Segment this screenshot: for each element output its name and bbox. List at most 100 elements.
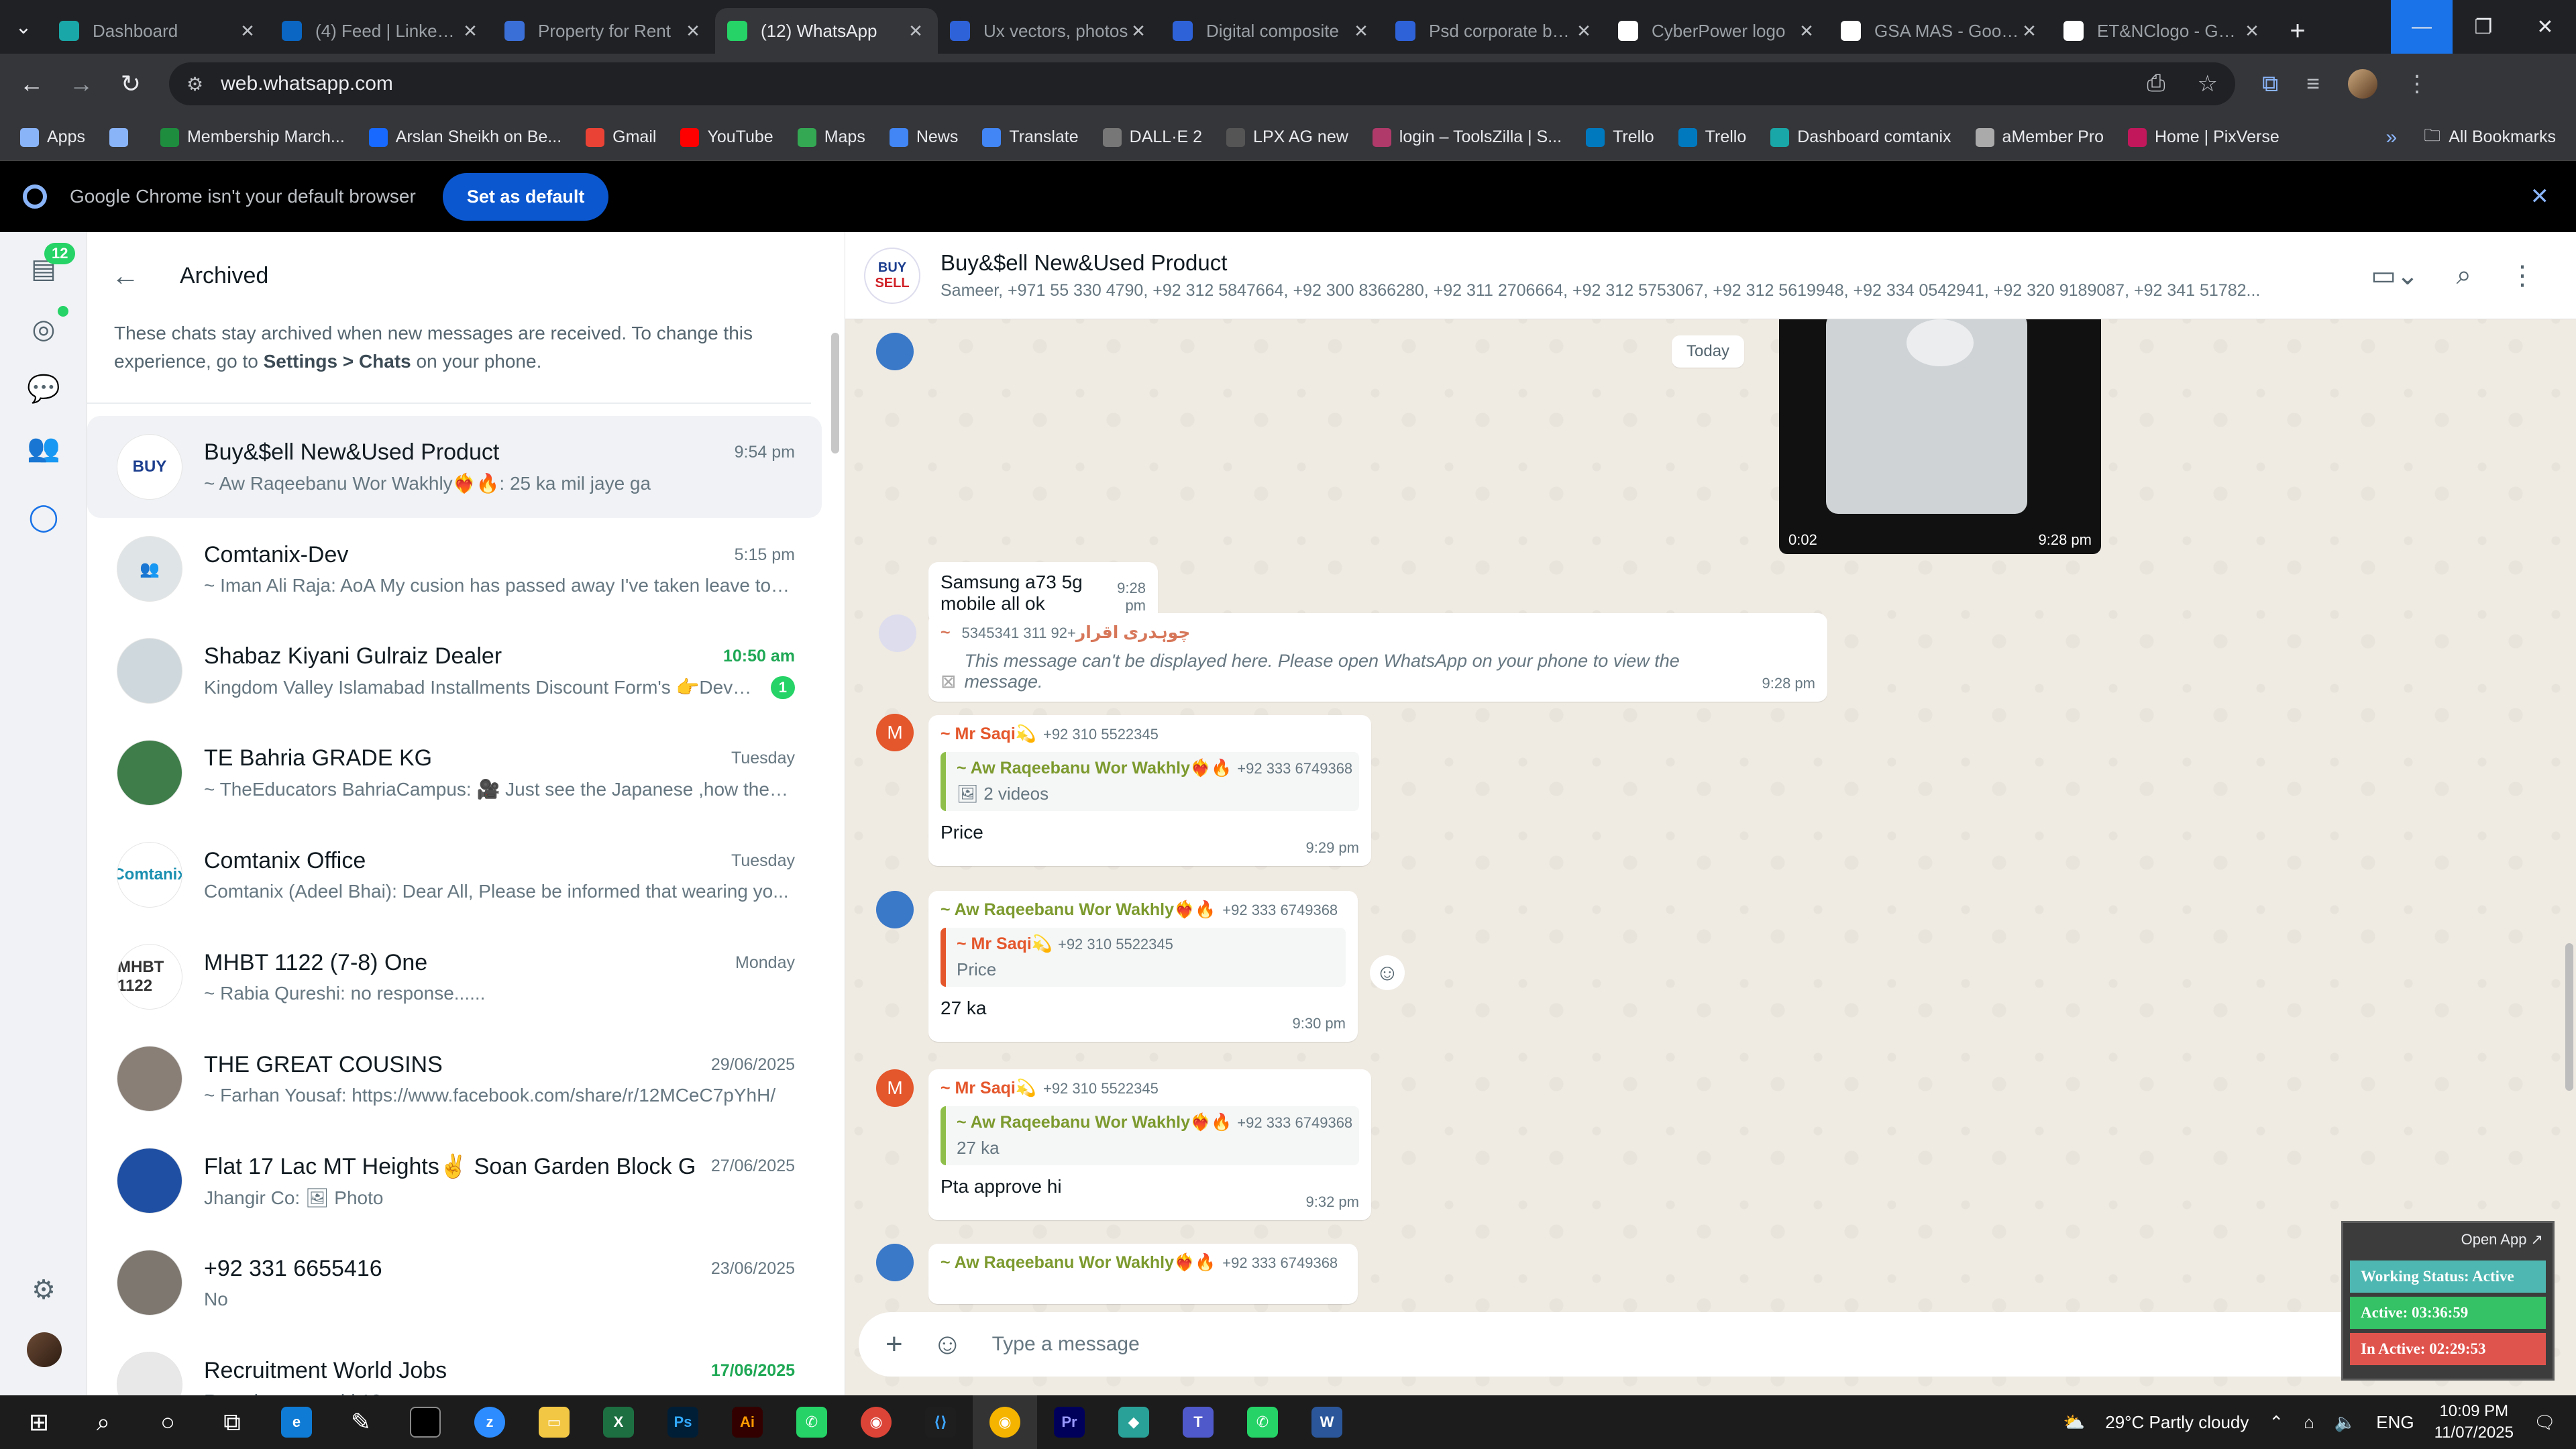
bookmark-14[interactable]: Trello — [1678, 127, 1746, 147]
set-as-default-button[interactable]: Set as default — [442, 172, 609, 221]
forward-icon[interactable]: → — [56, 59, 106, 109]
close-banner-icon[interactable]: ✕ — [2530, 183, 2550, 210]
edge-icon[interactable]: e — [264, 1395, 329, 1449]
back-icon[interactable]: ← — [7, 59, 56, 109]
sender-avatar[interactable] — [876, 891, 914, 928]
communities-icon[interactable]: 👥 — [27, 431, 60, 464]
pen-icon[interactable]: ✎ — [329, 1395, 393, 1449]
file-explorer-icon[interactable]: ▭ — [522, 1395, 586, 1449]
react-emoji-icon[interactable]: ☺ — [1370, 955, 1405, 990]
bookmark-7[interactable]: Maps — [797, 127, 865, 147]
tab-close-icon[interactable]: ✕ — [1351, 21, 1371, 42]
tab-search-icon[interactable]: ⌄ — [0, 0, 47, 54]
quoted-message[interactable]: ~ Mr Saqi💫 +92 310 5522345 Price — [941, 928, 1346, 987]
tab-5[interactable]: Ux vectors, photos ✕ — [938, 8, 1161, 54]
chat-item[interactable]: THE GREAT COUSINS 29/06/2025 ~ Farhan Yous… — [87, 1028, 822, 1130]
chat-item[interactable]: MHBT 1122 MHBT 1122 (7-8) One Monday ~ Rabi… — [87, 926, 822, 1028]
chat-item[interactable]: +92 331 6655416 23/06/2025 No — [87, 1232, 822, 1334]
tab-10[interactable]: ET&NClogo - Google✕ — [2051, 8, 2274, 54]
back-arrow-icon[interactable]: ← — [111, 260, 140, 292]
chat-item[interactable]: Shabaz Kiyani Gulraiz Dealer 10:50 am King… — [87, 620, 822, 722]
start-icon[interactable]: ⊞ — [7, 1395, 71, 1449]
bookmark-3[interactable]: Membership March... — [160, 127, 345, 147]
chrome-active-icon[interactable]: ◉ — [973, 1395, 1037, 1449]
menu-icon[interactable]: ⋮ — [2509, 260, 2536, 291]
tab-4[interactable]: (12) WhatsApp ✕ — [715, 8, 938, 54]
all-bookmarks-button[interactable]: 🗀 All Bookmarks — [2424, 123, 2556, 152]
tab-close-icon[interactable]: ✕ — [1574, 21, 1594, 42]
group-avatar[interactable]: BUY SELL — [864, 247, 920, 304]
tab-close-icon[interactable]: ✕ — [906, 21, 926, 42]
bookmark-6[interactable]: YouTube — [680, 127, 773, 147]
media-controls-icon[interactable]: ≡ — [2306, 71, 2320, 97]
whatsapp-taskbar-icon[interactable]: ✆ — [780, 1395, 844, 1449]
close-window-icon[interactable]: ✕ — [2514, 0, 2576, 54]
sender-avatar[interactable]: M — [876, 1069, 914, 1107]
tab-7[interactable]: Psd corporate business✕ — [1383, 8, 1606, 54]
reload-icon[interactable]: ↻ — [106, 59, 156, 109]
meta-ai-icon[interactable]: ◯ — [27, 500, 60, 534]
minimize-icon[interactable]: — — [2391, 0, 2453, 54]
sticker-icon[interactable]: ☺ — [932, 1328, 963, 1361]
tab-close-icon[interactable]: ✕ — [683, 21, 703, 42]
network-icon[interactable]: ⌂ — [2304, 1412, 2314, 1433]
bookmark-8[interactable]: News — [889, 127, 958, 147]
sender-avatar[interactable] — [876, 333, 914, 370]
clock[interactable]: 10:09 PM 11/07/2025 — [2434, 1401, 2514, 1444]
weather-text[interactable]: 29°C Partly cloudy — [2105, 1412, 2249, 1433]
bookmark-9[interactable]: Translate — [982, 127, 1079, 147]
bookmark-12[interactable]: login – ToolsZilla | S... — [1372, 127, 1562, 147]
quoted-message[interactable]: ~ Aw Raqeebanu Wor Wakhly❤️‍🔥🔥 +92 333 67… — [941, 1106, 1359, 1165]
tab-6[interactable]: Digital composite ✕ — [1161, 8, 1383, 54]
open-app-link[interactable]: Open App ↗ — [2343, 1223, 2553, 1256]
bookmark-1[interactable]: Apps — [20, 127, 85, 147]
video-message[interactable]: 0:02 9:28 pm — [1779, 319, 2101, 554]
bookmark-11[interactable]: LPX AG new — [1226, 127, 1348, 147]
tab-8[interactable]: CyberPower logo ✕ — [1606, 8, 1829, 54]
weather-icon[interactable]: ⛅ — [2063, 1412, 2085, 1433]
illustrator-icon[interactable]: Ai — [715, 1395, 780, 1449]
settings-icon[interactable]: ⚙ — [27, 1273, 60, 1307]
new-tab-button[interactable]: + — [2274, 8, 2321, 54]
tab-1[interactable]: Dashboard ✕ — [47, 8, 270, 54]
chat-item[interactable]: Comtanix Comtanix Office Tuesday Comtanix (… — [87, 824, 822, 926]
zoom-icon[interactable]: z — [458, 1395, 522, 1449]
bookmark-15[interactable]: Dashboard comtanix — [1770, 127, 1951, 147]
excel-icon[interactable]: X — [586, 1395, 651, 1449]
conversation-scrollbar[interactable] — [2565, 943, 2573, 1091]
terminal-icon[interactable] — [393, 1395, 458, 1449]
sender-avatar[interactable]: M — [876, 714, 914, 751]
volume-icon[interactable]: 🔈 — [2334, 1412, 2356, 1433]
cortana-icon[interactable]: ○ — [136, 1395, 200, 1449]
attach-plus-icon[interactable]: + — [885, 1328, 903, 1361]
bookmark-5[interactable]: Gmail — [586, 127, 656, 147]
task-view-icon[interactable]: ⧉ — [200, 1395, 264, 1449]
bookmark-4[interactable]: Arslan Sheikh on Be... — [368, 127, 561, 147]
play-icon[interactable] — [1907, 319, 1974, 366]
bookmark-16[interactable]: aMember Pro — [1975, 127, 2104, 147]
quoted-message[interactable]: ~ Aw Raqeebanu Wor Wakhly❤️‍🔥🔥 +92 333 67… — [941, 752, 1359, 811]
site-info-icon[interactable]: ⚙ — [186, 73, 203, 95]
photoshop-icon[interactable]: Ps — [651, 1395, 715, 1449]
tab-close-icon[interactable]: ✕ — [1796, 21, 1817, 42]
chat-item[interactable]: TE Bahria GRADE KG Tuesday ~ TheEducators … — [87, 722, 822, 824]
my-profile-avatar[interactable] — [27, 1332, 62, 1367]
notifications-icon[interactable]: 🗨 — [2534, 1412, 2556, 1433]
chrome-taskbar-icon[interactable]: ◉ — [844, 1395, 908, 1449]
tab-close-icon[interactable]: ✕ — [460, 21, 480, 42]
tab-3[interactable]: Property for Rent ✕ — [492, 8, 715, 54]
whatsapp-business-icon[interactable]: ✆ — [1230, 1395, 1295, 1449]
more-bookmarks-icon[interactable]: » — [2386, 126, 2398, 149]
bookmark-2[interactable] — [109, 127, 136, 147]
app-icon[interactable]: ◆ — [1102, 1395, 1166, 1449]
tab-2[interactable]: (4) Feed | LinkedIn ✕ — [270, 8, 492, 54]
bookmark-star-icon[interactable]: ☆ — [2198, 70, 2218, 97]
tab-close-icon[interactable]: ✕ — [2242, 21, 2262, 42]
channels-icon[interactable]: 💬 — [27, 372, 60, 405]
restore-icon[interactable]: ❐ — [2453, 0, 2514, 54]
chat-item[interactable]: 👥 Comtanix-Dev 5:15 pm ~ Iman Ali Raja: AoA… — [87, 518, 822, 620]
search-icon[interactable]: ⌕ — [71, 1395, 136, 1449]
sender-avatar[interactable] — [879, 614, 916, 652]
tab-9[interactable]: GSA MAS - Google ✕ — [1829, 8, 2051, 54]
bookmark-17[interactable]: Home | PixVerse — [2128, 127, 2279, 147]
